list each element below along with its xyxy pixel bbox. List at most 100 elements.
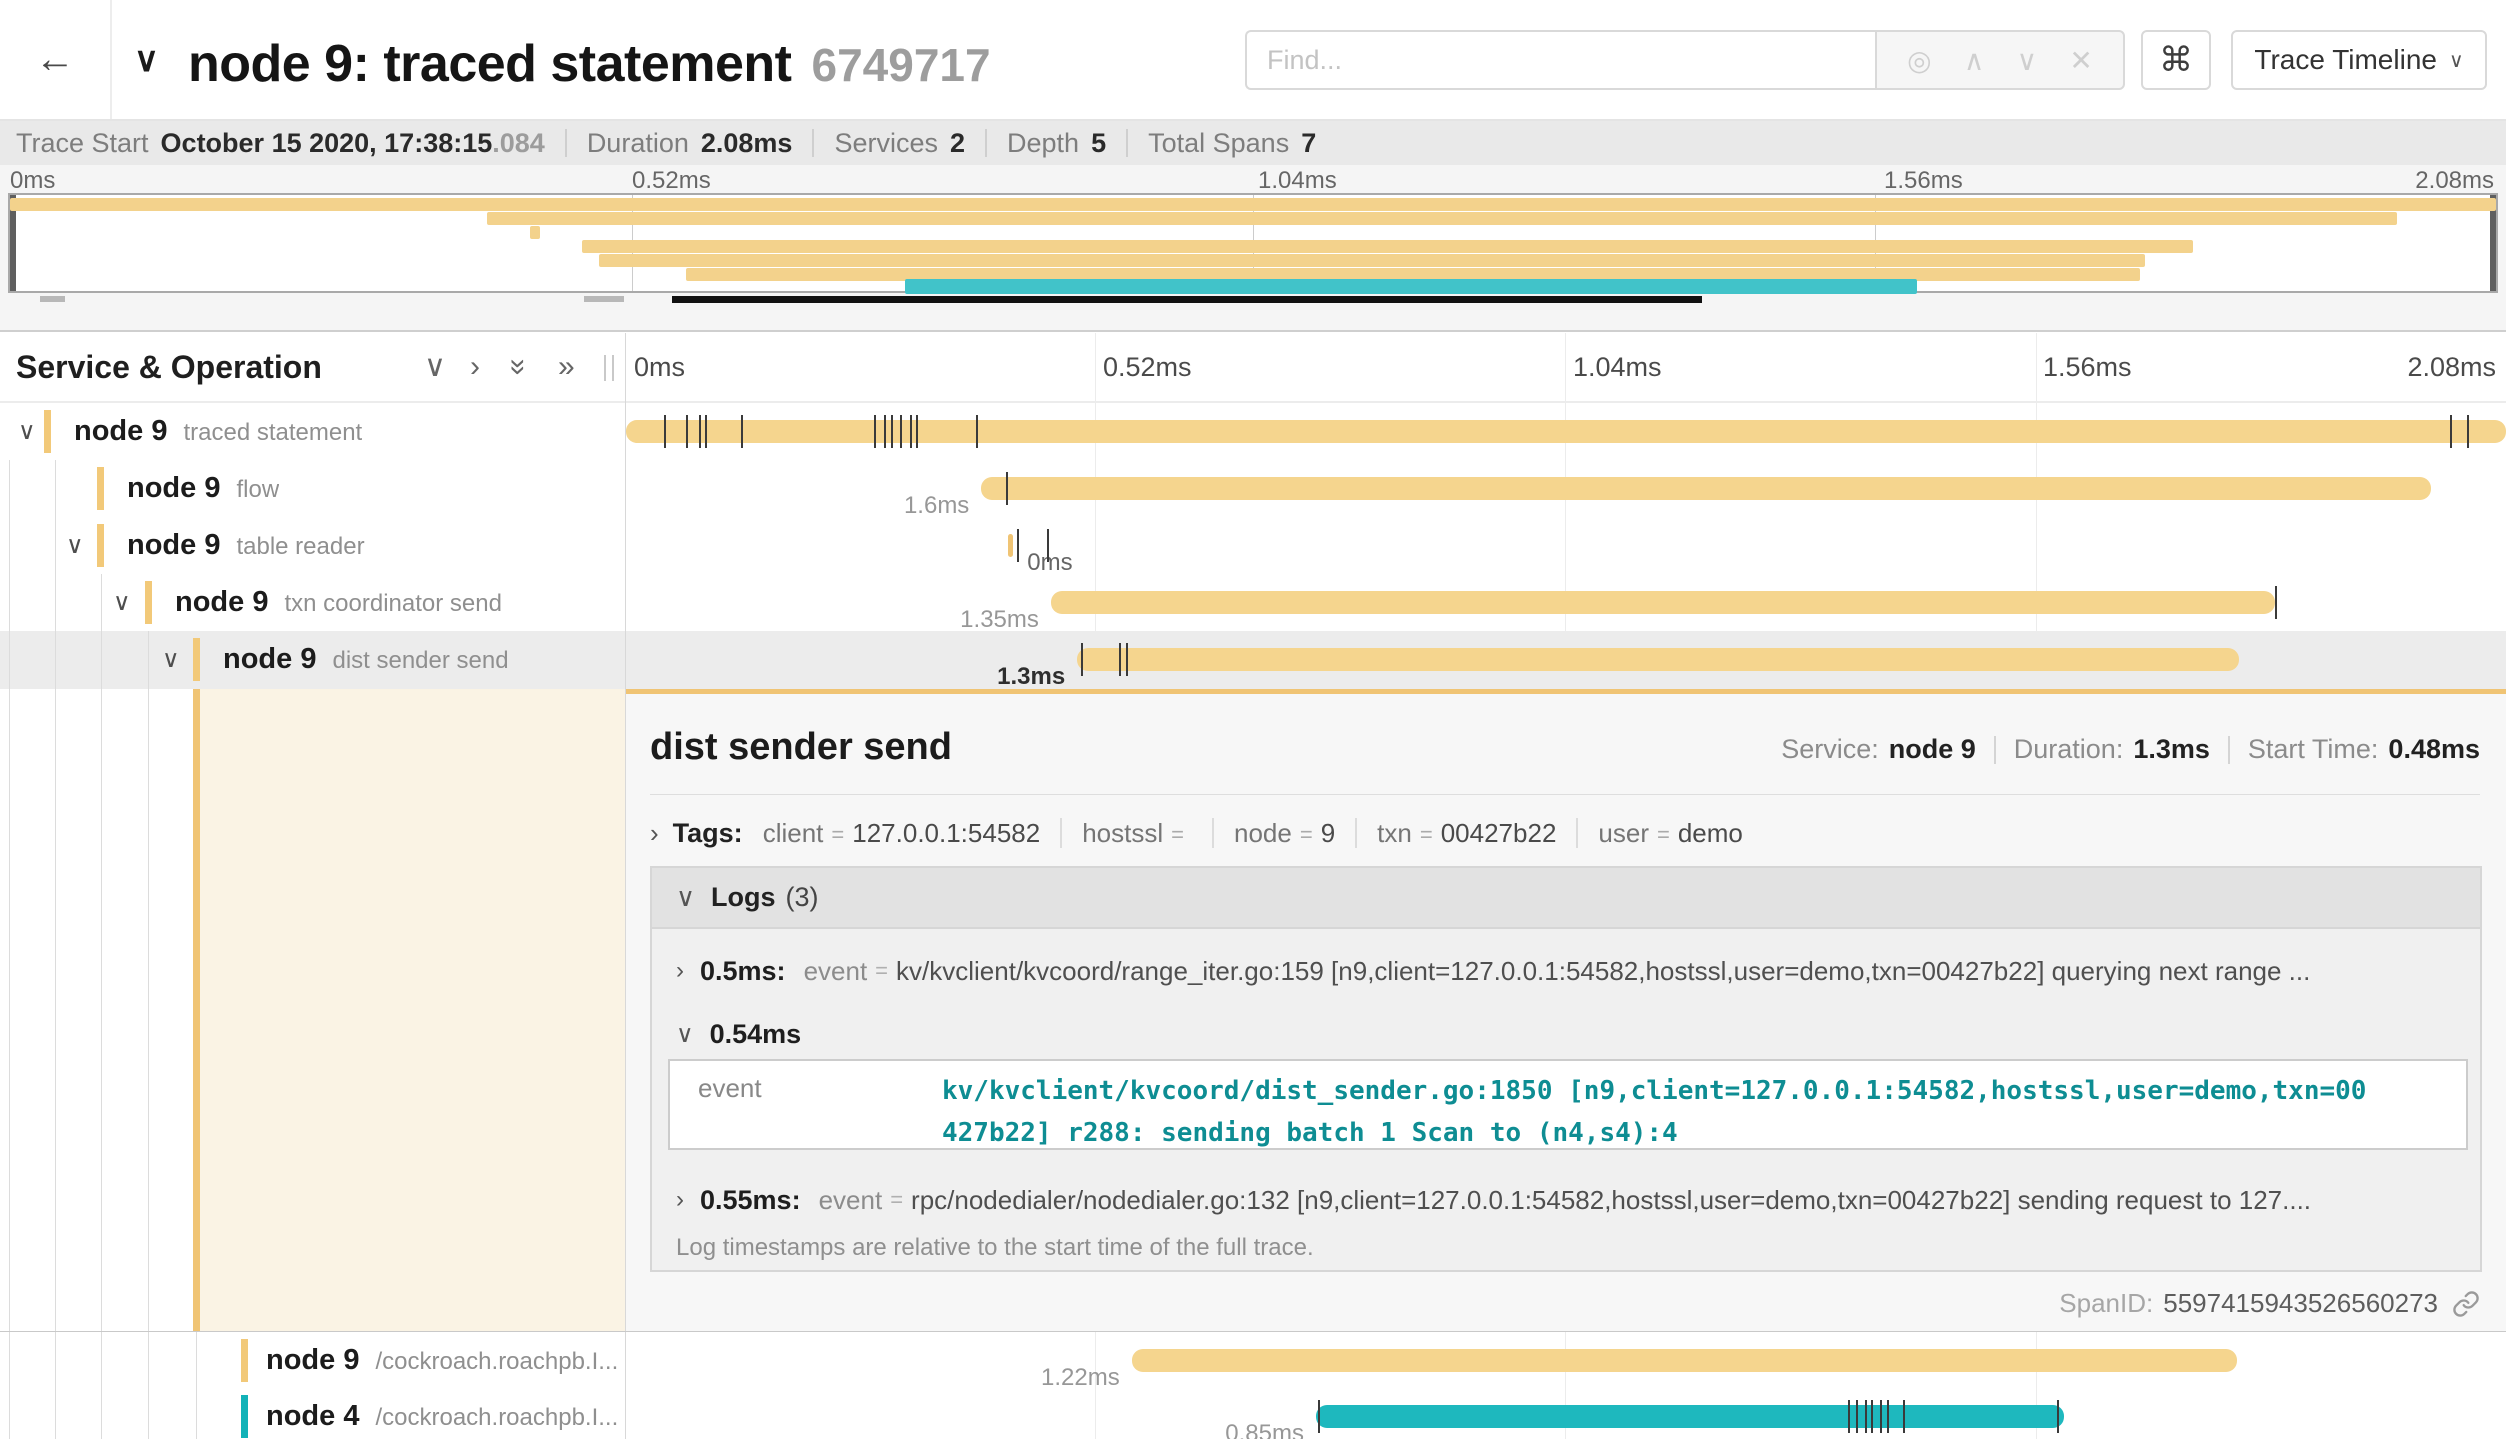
clear-search-icon[interactable]: ✕ <box>2069 44 2092 77</box>
span-duration-bar[interactable] <box>626 420 2506 443</box>
span-service: node 9 <box>223 643 316 675</box>
top-bar: ← ∨ node 9: traced statement 6749717 ◎ ∧… <box>0 0 2506 121</box>
log-event-value: kv/kvclient/kvcoord/dist_sender.go:1850 … <box>942 1070 2377 1154</box>
trace-collapse-toggle[interactable]: ∨ <box>134 0 159 119</box>
span-duration-bar[interactable]: 1.35ms <box>1051 591 2275 614</box>
minimap-scrubber[interactable] <box>672 296 1702 303</box>
minimap-tick-156ms: 1.56ms <box>1884 167 1963 195</box>
minimap-tick-104ms: 1.04ms <box>1258 167 1337 195</box>
span-operation: traced statement <box>183 419 362 446</box>
trace-start-ms: .084 <box>492 128 545 159</box>
log-value: rpc/nodedialer/nodedialer.go:132 [n9,cli… <box>911 1185 2311 1216</box>
log-event-key: event <box>698 1073 762 1104</box>
timeline-header: Service & Operation ∨ › » » 0ms 0.52ms 1… <box>0 333 2506 403</box>
tag-txn: txn=00427b22 <box>1377 818 1556 849</box>
collapse-one-icon[interactable]: ∨ <box>424 333 446 401</box>
expanded-span-indent-fill <box>200 689 625 1332</box>
timeline-minimap: 0ms 0.52ms 1.04ms 1.56ms 2.08ms <box>0 165 2506 332</box>
span-row-dist-sender-send[interactable]: ∨ node 9dist sender send <box>0 631 625 688</box>
chevron-down-icon[interactable]: ∨ <box>162 631 180 688</box>
span-color-bar <box>241 1395 248 1438</box>
log-time: 0.54ms <box>710 1019 802 1050</box>
expand-one-icon[interactable]: › <box>470 333 480 401</box>
span-color-bar <box>97 467 104 510</box>
span-service: node 9 <box>127 529 220 561</box>
collapse-all-icon[interactable]: » <box>510 333 527 401</box>
find-input[interactable] <box>1245 30 1875 90</box>
chevron-down-icon[interactable]: ∨ <box>66 517 84 574</box>
expand-all-icon[interactable]: » <box>558 333 575 401</box>
trace-title: node 9: traced statement 6749717 <box>188 0 991 119</box>
span-color-bar <box>145 581 152 624</box>
span-row-flow[interactable]: node 9flow <box>0 460 625 517</box>
column-resize-handle[interactable] <box>604 355 614 381</box>
span-detail-panel: dist sender send Service: node 9 Duratio… <box>626 689 2506 1332</box>
locate-icon[interactable]: ◎ <box>1907 44 1931 77</box>
service-operation-header: Service & Operation <box>16 333 322 401</box>
back-button[interactable]: ← <box>0 0 112 119</box>
span-bar-row-table-reader[interactable]: 0ms <box>626 517 2506 574</box>
trace-start-label: Trace Start <box>16 128 149 159</box>
axis-tick-052ms: 0.52ms <box>1103 333 1192 401</box>
minimap-tick-208ms: 2.08ms <box>2415 167 2494 195</box>
tags-section-toggle[interactable]: › Tags: client=127.0.0.1:54582 hostssl= … <box>650 812 1743 854</box>
span-bar-row-node4-batch[interactable]: 0.85ms <box>626 1388 2506 1439</box>
chevron-down-icon: ∨ <box>2449 48 2464 73</box>
span-row-node4-batch[interactable]: node 4/cockroach.roachpb.I... <box>0 1388 625 1439</box>
span-bar-row-dist-sender-send[interactable]: 1.3ms <box>626 631 2506 688</box>
tag-hostssl: hostssl= <box>1082 818 1192 849</box>
span-color-bar <box>241 1339 248 1382</box>
trace-start-value: October 15 2020, 17:38:15 <box>161 128 493 159</box>
logs-section: ∨ Logs (3) › 0.5ms: event = kv/kvclient/… <box>650 866 2482 1272</box>
span-duration-bar[interactable]: 1.3ms <box>1077 648 2239 671</box>
prev-result-icon[interactable]: ∧ <box>1964 44 1985 77</box>
chevron-down-icon[interactable]: ∨ <box>113 574 131 631</box>
expanded-span-accent-bar <box>193 689 200 1332</box>
span-detail-meta: Service: node 9 Duration: 1.3ms Start Ti… <box>1781 734 2480 765</box>
log-entry-055ms[interactable]: › 0.55ms: event = rpc/nodedialer/nodedia… <box>676 1175 2460 1225</box>
span-row-traced-statement[interactable]: ∨ node 9 traced statement <box>0 403 625 460</box>
span-id-value: 5597415943526560273 <box>2163 1288 2438 1319</box>
keyboard-shortcuts-button[interactable]: ⌘ <box>2141 30 2211 90</box>
chevron-down-icon[interactable]: ∨ <box>18 403 36 460</box>
span-duration-label: 0.85ms <box>1225 1405 1304 1439</box>
minimap-canvas[interactable] <box>8 193 2498 293</box>
logs-section-toggle[interactable]: ∨ Logs (3) <box>652 868 2480 929</box>
span-row-node9-batch[interactable]: node 9/cockroach.roachpb.I... <box>0 1332 625 1389</box>
span-duration-bar[interactable]: 1.6ms <box>981 477 2430 500</box>
tag-client: client=127.0.0.1:54582 <box>763 818 1041 849</box>
span-row-txn-coordinator-send[interactable]: ∨ node 9txn coordinator send <box>0 574 625 631</box>
span-color-bar <box>97 524 104 567</box>
span-bar-row-node9-batch[interactable]: 1.22ms <box>626 1332 2506 1389</box>
span-bar-row-traced-statement[interactable] <box>626 403 2506 460</box>
log-entry-05ms[interactable]: › 0.5ms: event = kv/kvclient/kvcoord/ran… <box>676 946 2460 996</box>
next-result-icon[interactable]: ∨ <box>2017 44 2038 77</box>
command-icon: ⌘ <box>2159 40 2193 80</box>
span-bar-row-txn-coordinator-send[interactable]: 1.35ms <box>626 574 2506 631</box>
span-duration-bar[interactable]: 1.22ms <box>1132 1349 2237 1372</box>
span-color-bar <box>193 638 200 681</box>
find-controls: ◎ ∧ ∨ ✕ <box>1875 30 2125 90</box>
span-operation: /cockroach.roachpb.I... <box>375 1404 618 1431</box>
minimap-scrub-handle[interactable] <box>40 296 65 302</box>
span-operation: flow <box>236 476 279 503</box>
span-service: node 9 <box>74 415 167 447</box>
tags-label: Tags: <box>673 818 743 849</box>
span-row-table-reader[interactable]: ∨ node 9table reader <box>0 517 625 574</box>
minimap-scrub-handle[interactable] <box>584 296 624 302</box>
service-value: node 9 <box>1889 734 1976 765</box>
span-service: node 4 <box>266 1400 359 1432</box>
chevron-right-icon: › <box>676 1186 684 1214</box>
find-bar: ◎ ∧ ∨ ✕ <box>1245 30 2125 90</box>
copy-link-icon[interactable] <box>2452 1290 2480 1318</box>
span-service: node 9 <box>175 586 268 618</box>
span-duration-bar[interactable]: 0.85ms <box>1316 1405 2064 1428</box>
log-entry-054ms-toggle[interactable]: ∨ 0.54ms <box>676 1009 2460 1059</box>
trace-view-select[interactable]: Trace Timeline ∨ <box>2231 30 2487 90</box>
page-title: node 9: traced statement <box>188 34 792 94</box>
duration-label: Duration: <box>2014 734 2124 765</box>
span-duration-bar[interactable]: 0ms <box>1008 534 1014 557</box>
depth-label: Depth <box>1007 128 1079 159</box>
span-color-bar <box>44 410 51 453</box>
span-bar-row-flow[interactable]: 1.6ms <box>626 460 2506 517</box>
